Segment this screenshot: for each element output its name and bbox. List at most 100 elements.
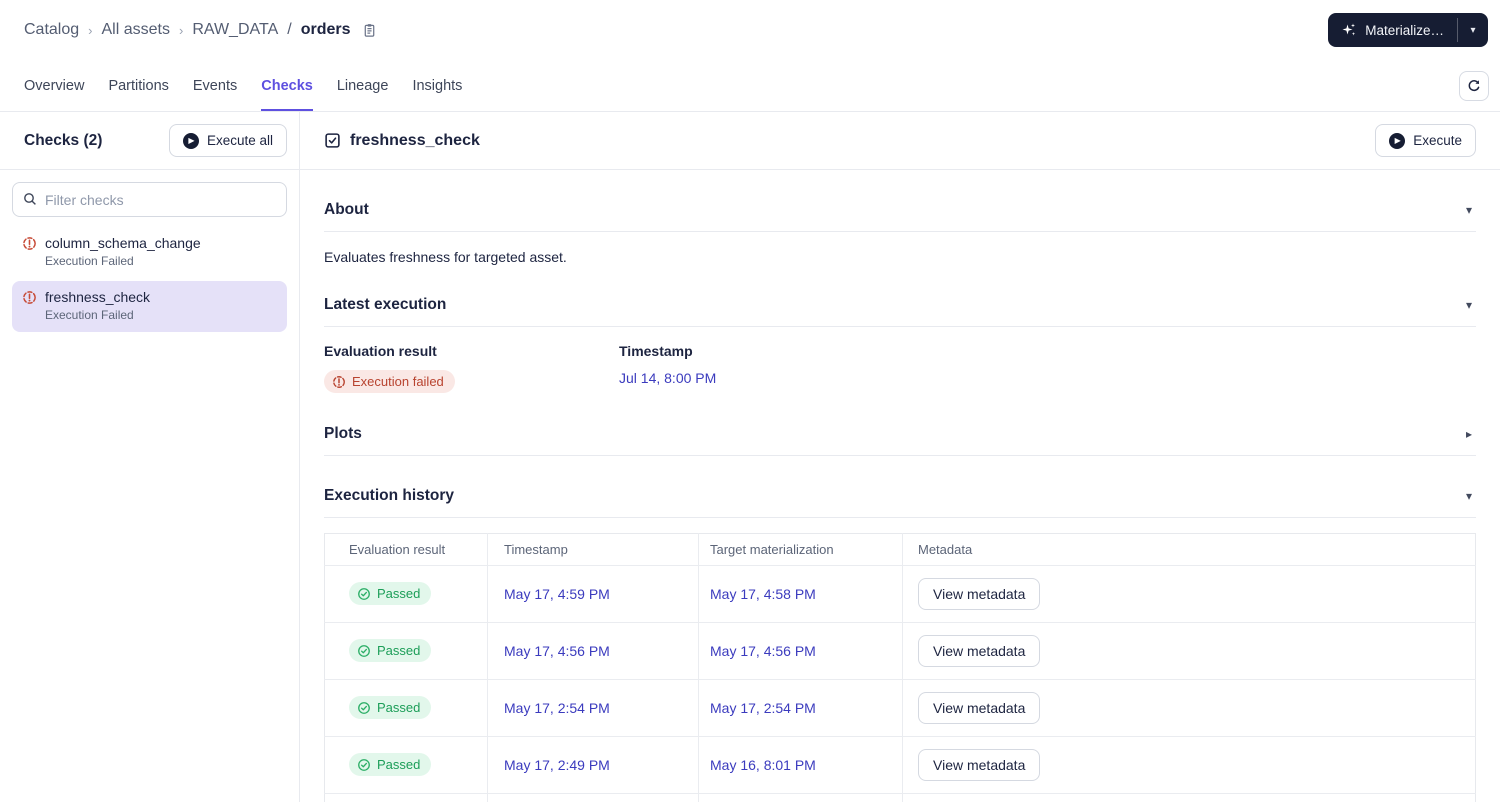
view-metadata-button[interactable]: View metadata xyxy=(918,577,1041,610)
about-section-header: About ▾ xyxy=(324,201,1476,219)
passed-check-icon xyxy=(357,701,371,715)
latest-timestamp-link[interactable]: Jul 14, 8:00 PM xyxy=(619,370,716,386)
breadcrumb-asset-name: orders xyxy=(300,21,351,38)
execution-failed-icon xyxy=(22,290,37,305)
table-row: Passed May 17, 2:54 PM May 17, 2:54 PM V… xyxy=(324,679,1476,737)
passed-badge-label: Passed xyxy=(377,643,421,658)
divider xyxy=(324,516,1476,518)
execution-timestamp-link[interactable]: May 17, 2:54 PM xyxy=(504,700,610,716)
sidebar-header: Checks (2) ▶ Execute all xyxy=(0,112,299,170)
copy-icon[interactable] xyxy=(362,23,377,38)
breadcrumb-all-assets[interactable]: All assets xyxy=(102,21,170,39)
view-metadata-button[interactable]: View metadata xyxy=(918,634,1041,667)
timestamp-label: Timestamp xyxy=(619,343,693,359)
table-row: Passed May 17, 2:49 PM May 16, 8:01 PM V… xyxy=(324,736,1476,794)
check-detail-pane: freshness_check ▶ Execute About ▾ Evalua… xyxy=(300,112,1500,802)
divider xyxy=(324,454,1476,456)
top-bar: Catalog › All assets › RAW_DATA / orders xyxy=(0,0,1500,60)
materialize-button-label: Materialize… xyxy=(1365,22,1444,38)
check-list-item-column-schema-change[interactable]: column_schema_change Execution Failed xyxy=(12,227,287,278)
tab-partitions[interactable]: Partitions xyxy=(108,60,168,111)
target-materialization-link[interactable]: May 17, 2:54 PM xyxy=(710,700,816,716)
execution-failed-icon xyxy=(332,375,346,389)
refresh-button[interactable] xyxy=(1459,71,1489,101)
execution-failed-icon xyxy=(22,236,37,251)
table-row xyxy=(324,793,1476,802)
tab-lineage[interactable]: Lineage xyxy=(337,60,389,111)
execution-timestamp-link[interactable]: May 17, 4:59 PM xyxy=(504,586,610,602)
divider xyxy=(324,231,1476,232)
breadcrumb-separator-icon: › xyxy=(88,22,93,38)
about-heading: About xyxy=(324,201,369,218)
content-area: Checks (2) ▶ Execute all Filter checks c… xyxy=(0,112,1500,802)
breadcrumb-catalog[interactable]: Catalog xyxy=(24,21,79,39)
check-name: freshness_check xyxy=(45,289,151,305)
checks-sidebar: Checks (2) ▶ Execute all Filter checks c… xyxy=(0,112,300,802)
chevron-down-icon[interactable]: ▾ xyxy=(1462,203,1476,217)
materialize-dropdown-button[interactable]: ▾ xyxy=(1458,13,1488,47)
evaluation-result-label: Evaluation result xyxy=(324,343,437,359)
passed-check-icon xyxy=(357,758,371,772)
breadcrumb-namespace[interactable]: RAW_DATA xyxy=(192,21,278,39)
checks-count-title: Checks (2) xyxy=(24,131,103,149)
column-header-target-materialization: Target materialization xyxy=(698,533,903,566)
target-materialization-link[interactable]: May 17, 4:58 PM xyxy=(710,586,816,602)
execution-failed-badge-label: Execution failed xyxy=(352,374,444,389)
tab-events[interactable]: Events xyxy=(193,60,237,111)
breadcrumb-separator-icon: › xyxy=(178,22,184,38)
execute-button[interactable]: ▶ Execute xyxy=(1375,124,1476,157)
column-header-evaluation-result: Evaluation result xyxy=(324,533,488,566)
check-status: Execution Failed xyxy=(45,308,134,322)
filter-checks-wrap xyxy=(12,182,287,217)
execution-history-table: Evaluation result Timestamp Target mater… xyxy=(324,532,1476,802)
execution-failed-badge: Execution failed xyxy=(324,370,455,393)
latest-execution-heading: Latest execution xyxy=(324,296,447,313)
check-list-item-freshness-check[interactable]: freshness_check Execution Failed xyxy=(12,281,287,332)
tab-overview[interactable]: Overview xyxy=(24,60,84,111)
tab-checks[interactable]: Checks xyxy=(261,60,313,111)
play-icon: ▶ xyxy=(1389,132,1406,149)
app-window: Catalog › All assets › RAW_DATA / orders xyxy=(0,0,1500,802)
passed-badge-label: Passed xyxy=(377,700,421,715)
sparkle-icon xyxy=(1341,22,1357,38)
plots-heading: Plots xyxy=(324,424,362,442)
check-detail-body: About ▾ Evaluates freshness for targeted… xyxy=(300,170,1500,802)
passed-badge: Passed xyxy=(349,639,432,662)
table-row: Passed May 17, 4:59 PM May 17, 4:58 PM V… xyxy=(324,565,1476,623)
target-materialization-link[interactable]: May 17, 4:56 PM xyxy=(710,643,816,659)
passed-badge: Passed xyxy=(349,696,432,719)
sidebar-body: column_schema_change Execution Failed xyxy=(0,170,299,347)
latest-execution-section-header: Latest execution ▾ xyxy=(324,296,1476,314)
asset-check-icon xyxy=(324,132,341,149)
execution-timestamp-link[interactable]: May 17, 4:56 PM xyxy=(504,643,610,659)
filter-checks-input[interactable] xyxy=(12,182,287,217)
check-name: column_schema_change xyxy=(45,235,201,251)
column-header-metadata: Metadata xyxy=(902,533,1476,566)
target-materialization-link[interactable]: May 16, 8:01 PM xyxy=(710,757,816,773)
passed-badge-label: Passed xyxy=(377,757,421,772)
column-header-timestamp: Timestamp xyxy=(487,533,699,566)
execution-history-section-header: Execution history ▾ xyxy=(324,487,1476,505)
materialize-button[interactable]: Materialize… xyxy=(1328,13,1457,47)
chevron-down-icon[interactable]: ▾ xyxy=(1462,489,1476,503)
passed-check-icon xyxy=(357,644,371,658)
divider xyxy=(324,326,1476,327)
view-metadata-button[interactable]: View metadata xyxy=(918,748,1041,781)
chevron-right-icon[interactable]: ▸ xyxy=(1462,427,1476,441)
execute-label: Execute xyxy=(1413,133,1462,148)
search-icon xyxy=(22,191,38,207)
breadcrumb-path-separator: / xyxy=(287,21,292,38)
page-title: freshness_check xyxy=(350,131,480,149)
tab-insights[interactable]: Insights xyxy=(412,60,462,111)
passed-badge: Passed xyxy=(349,582,432,605)
chevron-down-icon: ▾ xyxy=(1470,24,1476,36)
execute-all-button[interactable]: ▶ Execute all xyxy=(168,124,287,157)
about-description: Evaluates freshness for targeted asset. xyxy=(324,249,567,265)
play-icon: ▶ xyxy=(182,132,199,149)
view-metadata-button[interactable]: View metadata xyxy=(918,691,1041,724)
asset-tabs: Overview Partitions Events Checks Lineag… xyxy=(0,60,1500,112)
chevron-down-icon[interactable]: ▾ xyxy=(1462,298,1476,312)
execution-history-heading: Execution history xyxy=(324,486,455,504)
execution-timestamp-link[interactable]: May 17, 2:49 PM xyxy=(504,757,610,773)
materialize-split-button: Materialize… ▾ xyxy=(1328,13,1488,47)
